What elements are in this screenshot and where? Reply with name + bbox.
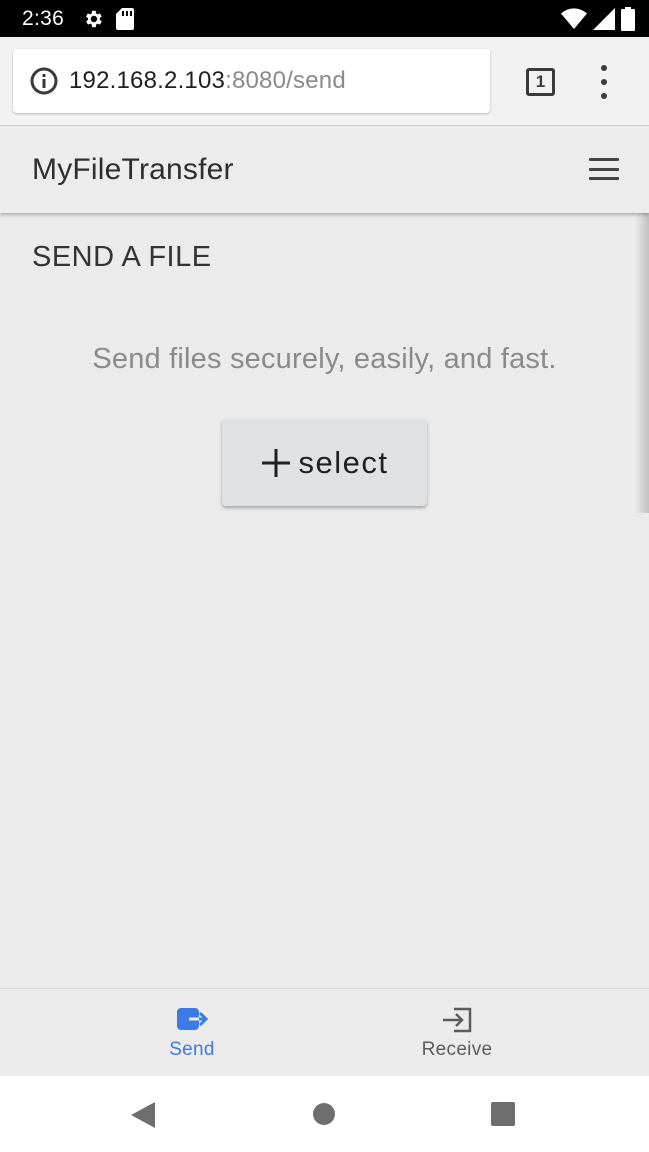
home-icon[interactable] (312, 1102, 336, 1126)
section-title: SEND A FILE (32, 241, 212, 273)
tab-switcher-icon[interactable]: 1 (526, 68, 555, 96)
status-bar: 2:36 (0, 0, 649, 37)
nav-label-receive: Receive (421, 1039, 493, 1060)
overflow-menu-icon[interactable] (590, 65, 618, 99)
nav-item-send[interactable]: Send (112, 989, 272, 1077)
nav-item-receive[interactable]: Receive (377, 989, 537, 1077)
send-icon (177, 1008, 209, 1030)
plus-icon (261, 448, 290, 477)
recents-icon[interactable] (491, 1102, 515, 1126)
tab-count: 1 (535, 72, 546, 91)
hamburger-icon[interactable] (589, 158, 619, 180)
url-text[interactable]: 192.168.2.103:8080/send (69, 67, 346, 95)
main-content: SEND A FILE Send files securely, easily,… (0, 213, 649, 988)
system-nav-bar (0, 1076, 649, 1152)
url-bar[interactable]: 192.168.2.103:8080/send (13, 49, 490, 113)
app-title[interactable]: MyFileTransfer (32, 153, 234, 187)
back-icon[interactable] (131, 1102, 155, 1128)
receive-icon (443, 1007, 472, 1033)
nav-label-send: Send (169, 1039, 215, 1060)
browser-toolbar: 192.168.2.103:8080/send 1 (0, 37, 649, 126)
wifi-icon (561, 7, 587, 29)
battery-icon (621, 6, 635, 31)
select-button-label: select (298, 444, 389, 480)
select-file-button[interactable]: select (222, 419, 427, 506)
sd-card-icon (116, 7, 135, 30)
settings-icon (86, 10, 102, 27)
url-host: 192.168.2.103 (69, 67, 226, 94)
url-path: :8080/send (225, 67, 346, 94)
status-time: 2:36 (22, 6, 65, 30)
signal-icon (593, 7, 615, 30)
tagline: Send files securely, easily, and fast. (92, 343, 557, 375)
bottom-nav: Send Receive (0, 988, 649, 1076)
app-header: MyFileTransfer (0, 126, 649, 213)
info-icon[interactable] (29, 66, 59, 96)
